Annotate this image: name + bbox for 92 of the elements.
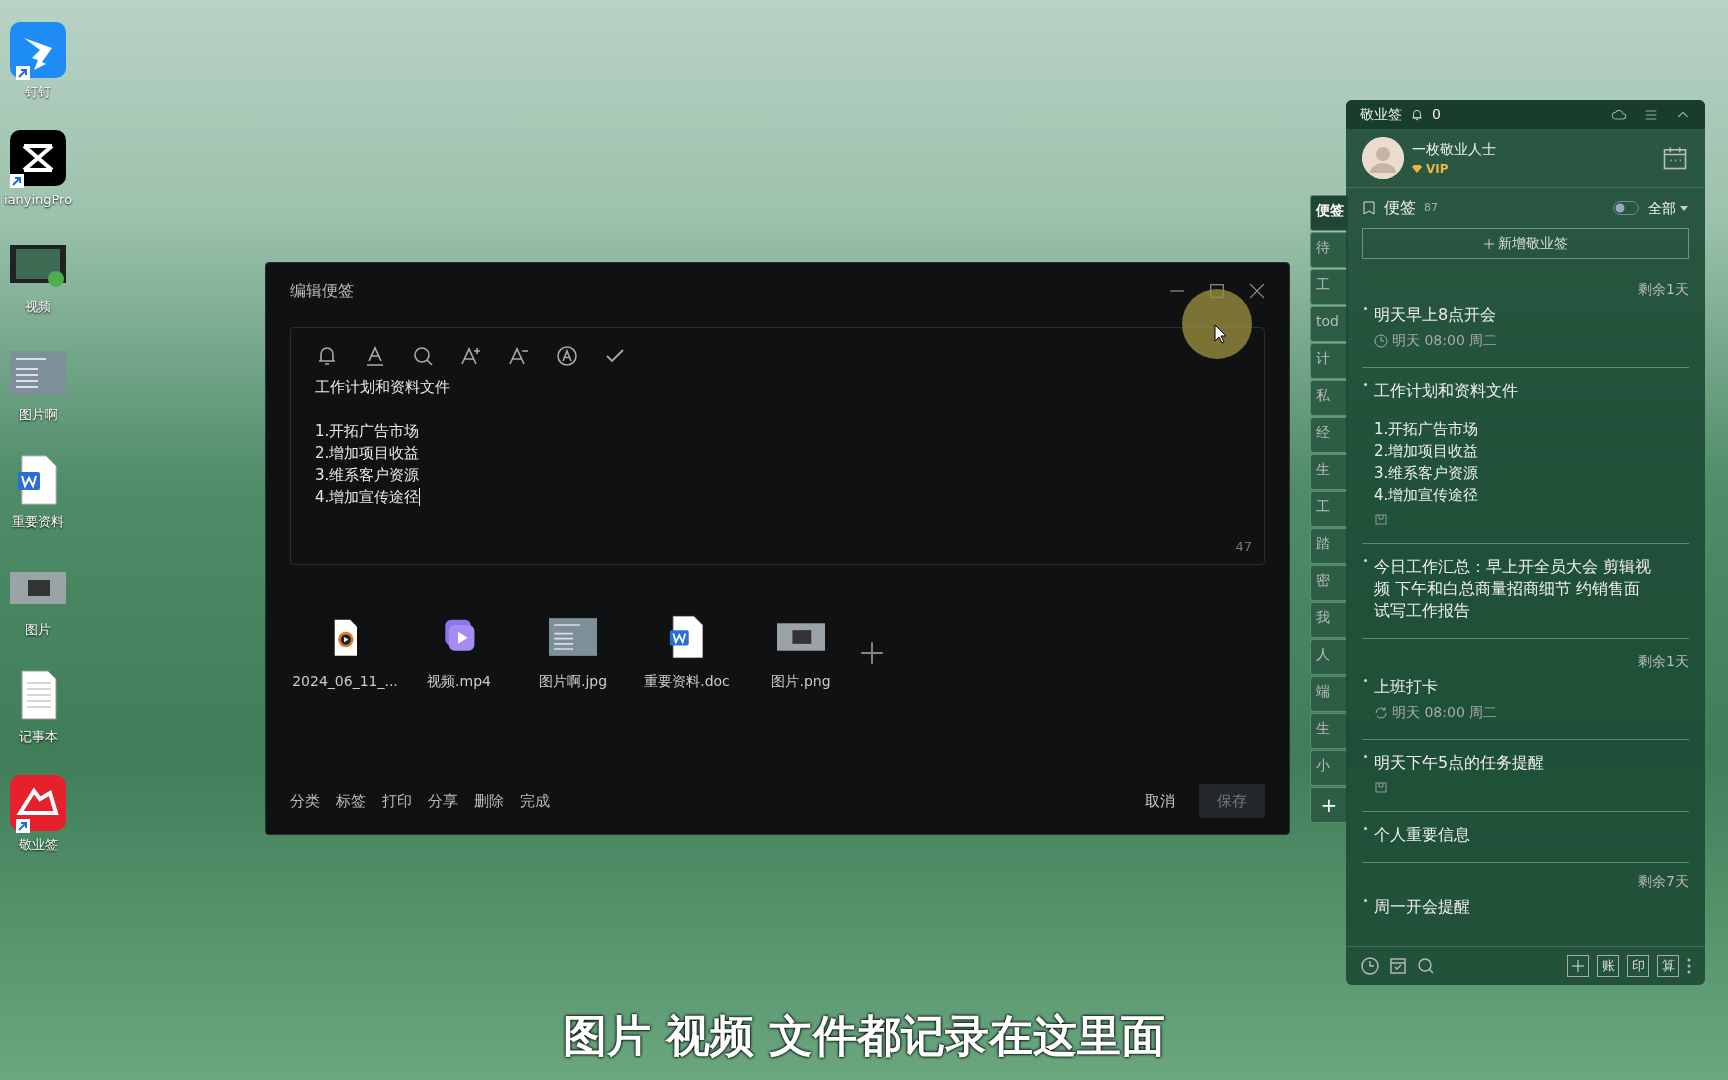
user-name: 一枚敬业人士 — [1412, 139, 1496, 159]
category-tab[interactable]: 计 — [1310, 343, 1348, 379]
category-tab[interactable]: 工 — [1310, 491, 1348, 527]
close-icon[interactable] — [1249, 283, 1265, 299]
tool-button[interactable]: 算 — [1657, 955, 1679, 977]
category-tab[interactable]: 待 — [1310, 232, 1348, 268]
action-button[interactable]: 分类 — [290, 789, 320, 812]
tool-button[interactable]: 印 — [1627, 955, 1649, 977]
note-line: 2.增加项目收益 — [1373, 441, 1480, 462]
app-name: 敬业签 — [1360, 105, 1402, 124]
file-name: 视频.mp4 — [427, 672, 491, 691]
category-tab[interactable]: 生 — [1310, 713, 1348, 749]
category-tab[interactable]: 踏 — [1310, 528, 1348, 564]
reminder-time: 明天 08:00 周二 — [1392, 331, 1498, 350]
add-tab-button[interactable]: + — [1310, 787, 1348, 823]
note-title[interactable]: 明天下午5点的任务提醒 — [1362, 752, 1689, 774]
file-name: 2024_06_11_... — [292, 672, 398, 691]
app-icon[interactable] — [10, 129, 66, 186]
category-tab[interactable]: 小 — [1310, 750, 1348, 786]
icon-label: 图片啊 — [18, 405, 58, 424]
filter-dropdown[interactable]: 全部 — [1647, 196, 1689, 220]
note-title[interactable]: 上班打卡 — [1362, 676, 1689, 698]
reminder-time: 明天 08:00 周二 — [1392, 703, 1498, 722]
new-note-button[interactable]: 新增敬业签 — [1362, 228, 1689, 259]
icon-label: ianyingPro — [3, 190, 73, 209]
clock-icon[interactable] — [1360, 956, 1380, 976]
file-name: 图片.png — [771, 672, 831, 691]
action-button[interactable]: 打印 — [382, 789, 412, 812]
category-tab[interactable]: 便签 — [1310, 195, 1348, 231]
category-tab[interactable]: 密 — [1310, 565, 1348, 601]
circled-letter-icon[interactable] — [555, 344, 579, 368]
search-icon[interactable] — [411, 344, 435, 368]
section-title: 便签 — [1384, 197, 1416, 219]
note-line: 3.维系客户资源 — [1373, 463, 1480, 484]
note-line: 1.开拓广告市场 — [1373, 419, 1480, 440]
days-remaining: 剩余7天 — [1637, 872, 1689, 891]
bookmark-icon — [1362, 201, 1376, 215]
repeat-icon — [1374, 705, 1388, 720]
note-title[interactable]: 工作计划和资料文件 — [1362, 380, 1689, 402]
category-tab[interactable]: 端 — [1310, 676, 1348, 712]
toggle-switch[interactable] — [1613, 201, 1639, 215]
vip-label: VIP — [1426, 160, 1449, 178]
character-count: 47 — [1235, 537, 1252, 556]
note-title[interactable]: 明天早上8点开会 — [1362, 304, 1689, 326]
avatar[interactable] — [1362, 137, 1404, 179]
cancel-button[interactable]: 取消 — [1145, 789, 1175, 812]
icon-label: 敬业签 — [18, 835, 58, 854]
cursor-icon — [1214, 324, 1228, 344]
action-button[interactable]: 完成 — [520, 789, 550, 812]
action-button[interactable]: 删除 — [474, 789, 504, 812]
category-tab[interactable]: 私 — [1310, 380, 1348, 416]
category-tab[interactable]: 经 — [1310, 417, 1348, 453]
category-tab[interactable]: tod — [1310, 306, 1348, 342]
clock-icon — [1374, 333, 1388, 348]
action-button[interactable]: 标签 — [336, 789, 366, 812]
category-tab[interactable]: 生 — [1310, 454, 1348, 490]
note-title[interactable]: 个人重要信息 — [1362, 824, 1689, 846]
note-heading: 工作计划和资料文件 — [315, 377, 451, 398]
note-title[interactable]: 今日工作汇总：早上开全员大会 剪辑视频 下午和白总商量招商细节 约销售面试写工作报告 — [1362, 556, 1689, 622]
note-line: 2.增加项目收益 — [315, 443, 421, 464]
category-tab[interactable]: 人 — [1310, 639, 1348, 675]
add-icon[interactable] — [1567, 955, 1589, 977]
icon-label: 图片 — [25, 620, 51, 639]
window-title: 编辑便签 — [290, 280, 354, 302]
icon-label: 记事本 — [18, 728, 58, 746]
icon-label: 重要资料 — [12, 513, 64, 531]
search-icon[interactable] — [1416, 956, 1436, 976]
video-caption: 图片 视频 文件都记录在这里面 — [561, 1009, 1167, 1063]
file-name: 重要资料.doc — [644, 672, 730, 691]
note-line: 4.增加宣传途径 — [315, 488, 421, 506]
icon-label: 钉钉 — [25, 83, 51, 101]
bell-icon[interactable] — [1410, 107, 1424, 122]
add-icon[interactable] — [860, 640, 884, 665]
plus-icon — [1483, 239, 1494, 249]
note-line: 1.开拓广告市场 — [315, 421, 421, 442]
tool-button[interactable]: 账 — [1597, 955, 1619, 977]
days-remaining: 剩余1天 — [1637, 652, 1689, 671]
days-remaining: 剩余1天 — [1637, 280, 1689, 299]
action-button[interactable]: 分享 — [428, 789, 458, 812]
more-icon[interactable] — [1687, 958, 1691, 974]
note-count: 87 — [1424, 199, 1438, 216]
icon-label: 视频 — [25, 298, 51, 316]
diamond-icon — [1412, 163, 1422, 174]
note-title[interactable]: 周一开会提醒 — [1362, 896, 1689, 918]
category-tab[interactable]: 我 — [1310, 602, 1348, 638]
category-tab[interactable]: 工 — [1310, 269, 1348, 305]
calendar-check-icon[interactable] — [1388, 956, 1408, 976]
note-line: 3.维系客户资源 — [315, 465, 421, 486]
note-line: 4.增加宣传途径 — [1373, 485, 1480, 506]
notification-count: 0 — [1432, 105, 1441, 124]
file-name: 图片啊.jpg — [538, 672, 608, 691]
caret-icon — [1680, 205, 1688, 211]
